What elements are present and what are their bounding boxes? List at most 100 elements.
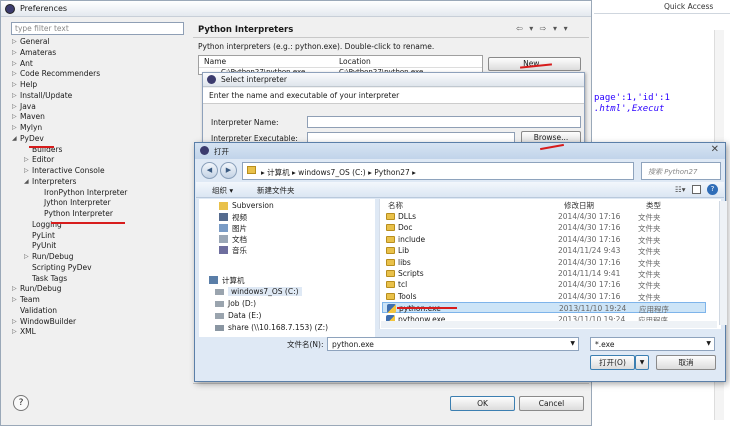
nav-pane-item[interactable]: share (\\10.168.7.153) (Z:) xyxy=(228,323,328,332)
file-row[interactable]: Scripts 2014/11/14 9:41 文件夹 xyxy=(382,268,706,279)
preview-pane-icon[interactable] xyxy=(692,185,701,194)
help-icon[interactable]: ? xyxy=(13,395,29,411)
tree-item[interactable]: Interactive Console xyxy=(32,166,105,175)
tree-expand-icon[interactable]: ▷ xyxy=(12,70,17,77)
file-type-value: *.exe xyxy=(595,340,615,349)
nav-pane-item[interactable]: Data (E:) xyxy=(228,311,261,320)
tree-item[interactable]: PyUnit xyxy=(32,241,56,250)
file-row[interactable]: DLLs 2014/4/30 17:16 文件夹 xyxy=(382,211,706,222)
file-row[interactable]: Doc 2014/4/30 17:16 文件夹 xyxy=(382,222,706,233)
column-name[interactable]: Name xyxy=(204,57,226,66)
cancel-button[interactable]: 取消 xyxy=(656,355,716,370)
tree-item[interactable]: Java xyxy=(20,102,36,111)
file-type-select[interactable]: *.exe ▼ xyxy=(590,337,715,351)
file-row[interactable]: Tools 2014/4/30 17:16 文件夹 xyxy=(382,291,706,302)
tree-item[interactable]: Task Tags xyxy=(32,274,67,283)
tree-item[interactable]: Maven xyxy=(20,112,45,121)
file-row[interactable]: libs 2014/4/30 17:16 文件夹 xyxy=(382,257,706,268)
tree-item[interactable]: Install/Update xyxy=(20,91,72,100)
file-list-scrollbar[interactable] xyxy=(719,201,727,325)
nav-pane-item[interactable]: 文档 xyxy=(232,234,247,245)
tree-item[interactable]: Run/Debug xyxy=(32,252,74,261)
new-button[interactable]: New... xyxy=(488,57,581,71)
tree-item[interactable]: Interpreters xyxy=(32,177,76,186)
tree-expand-icon[interactable]: ▷ xyxy=(12,81,17,88)
tree-item[interactable]: Scripting PyDev xyxy=(32,263,92,272)
nav-pane-item[interactable]: 视频 xyxy=(232,212,247,223)
chevron-down-icon[interactable]: ▼ xyxy=(570,340,575,347)
tree-item[interactable]: Jython Interpreter xyxy=(44,198,111,207)
tree-item[interactable]: Editor xyxy=(32,155,54,164)
file-row[interactable]: Lib 2014/11/24 9:43 文件夹 xyxy=(382,245,706,256)
chevron-down-icon[interactable]: ▼ xyxy=(706,340,711,347)
tree-expand-icon[interactable]: ▷ xyxy=(24,253,29,260)
tree-item[interactable]: Validation xyxy=(20,306,57,315)
back-button[interactable]: ◀ xyxy=(201,162,218,179)
open-split-chevron-icon[interactable]: ▼ xyxy=(635,355,649,370)
tree-item[interactable]: Team xyxy=(20,295,40,304)
tree-expand-icon[interactable]: ▷ xyxy=(12,285,17,292)
tree-item[interactable]: XML xyxy=(20,327,36,336)
view-options-icon[interactable]: ☷▾ xyxy=(675,185,686,194)
nav-pane-item[interactable]: Subversion xyxy=(232,201,274,210)
tree-item[interactable]: IronPython Interpreter xyxy=(44,188,127,197)
dialog-title: 打开 xyxy=(214,147,229,156)
tree-item[interactable]: Python Interpreter xyxy=(44,209,113,218)
tree-expand-icon[interactable]: ▷ xyxy=(12,113,17,120)
filename-input[interactable]: python.exe ▼ xyxy=(327,337,579,351)
column-location[interactable]: Location xyxy=(339,57,371,66)
search-input[interactable]: 搜索 Python27 xyxy=(641,162,721,180)
tree-expand-icon[interactable]: ▷ xyxy=(12,60,17,67)
tree-expand-icon[interactable]: ▷ xyxy=(12,328,17,335)
tree-expand-icon[interactable]: ▷ xyxy=(12,103,17,110)
dialog-title: Select interpreter xyxy=(221,75,287,84)
interpreter-name-input[interactable] xyxy=(307,116,581,128)
nav-pane-item[interactable]: 音乐 xyxy=(232,245,247,256)
nav-pane-item[interactable]: 图片 xyxy=(232,223,247,234)
ok-button[interactable]: OK xyxy=(450,396,515,411)
forward-button[interactable]: ▶ xyxy=(220,162,237,179)
tree-expand-icon[interactable]: ▷ xyxy=(12,296,17,303)
tree-expand-icon[interactable]: ◢ xyxy=(12,135,17,142)
organize-menu[interactable]: 组织 ▾ xyxy=(212,185,233,196)
tree-expand-icon[interactable]: ▷ xyxy=(12,92,17,99)
column-date[interactable]: 修改日期 xyxy=(564,200,594,211)
tree-expand-icon[interactable]: ◢ xyxy=(24,178,29,185)
file-name: Lib xyxy=(398,246,410,256)
column-name[interactable]: 名称 xyxy=(388,200,403,211)
file-list-hscrollbar[interactable] xyxy=(381,321,717,328)
tree-item[interactable]: WindowBuilder xyxy=(20,317,76,326)
close-icon[interactable]: ✕ xyxy=(711,144,719,155)
file-row[interactable]: tcl 2014/4/30 17:16 文件夹 xyxy=(382,279,706,290)
tree-expand-icon[interactable]: ▷ xyxy=(12,49,17,56)
nav-pane-item[interactable]: 计算机 xyxy=(222,275,245,286)
tree-item[interactable]: Code Recommenders xyxy=(20,69,100,78)
file-type: 文件夹 xyxy=(638,213,661,222)
file-row[interactable]: include 2014/4/30 17:16 文件夹 xyxy=(382,234,706,245)
tree-item[interactable]: Amateras xyxy=(20,48,56,57)
tree-item[interactable]: Help xyxy=(20,80,37,89)
tree-item[interactable]: Mylyn xyxy=(20,123,42,132)
breadcrumb-path[interactable]: ▸ 计算机 ▸ windows7_OS (C:) ▸ Python27 ▸ xyxy=(261,167,416,178)
tree-expand-icon[interactable]: ▷ xyxy=(12,124,17,131)
filter-input[interactable]: type filter text xyxy=(11,22,184,35)
cancel-button[interactable]: Cancel xyxy=(519,396,584,411)
history-nav-icons[interactable]: ⇦ ▾ ⇨ ▾ ▾ xyxy=(516,24,570,33)
tree-item[interactable]: Run/Debug xyxy=(20,284,62,293)
help-icon[interactable]: ? xyxy=(707,184,718,195)
column-type[interactable]: 类型 xyxy=(646,200,661,211)
tree-expand-icon[interactable]: ▷ xyxy=(24,167,29,174)
nav-pane-item[interactable]: windows7_OS (C:) xyxy=(228,287,302,296)
tree-item[interactable]: Ant xyxy=(20,59,33,68)
tree-expand-icon[interactable]: ▷ xyxy=(12,318,17,325)
tree-item[interactable]: General xyxy=(20,37,50,46)
open-button[interactable]: 打开(O) xyxy=(590,355,635,370)
tree-expand-icon[interactable]: ▷ xyxy=(24,156,29,163)
tree-item[interactable]: PyLint xyxy=(32,231,55,240)
quick-access-field[interactable]: Quick Access xyxy=(664,2,713,11)
tree-expand-icon[interactable]: ▷ xyxy=(12,38,17,45)
tree-item[interactable]: PyDev xyxy=(20,134,44,143)
nav-pane-item[interactable]: Job (D:) xyxy=(228,299,256,308)
new-folder-button[interactable]: 新建文件夹 xyxy=(257,185,295,196)
breadcrumb[interactable]: ▸ 计算机 ▸ windows7_OS (C:) ▸ Python27 ▸ xyxy=(242,162,634,180)
